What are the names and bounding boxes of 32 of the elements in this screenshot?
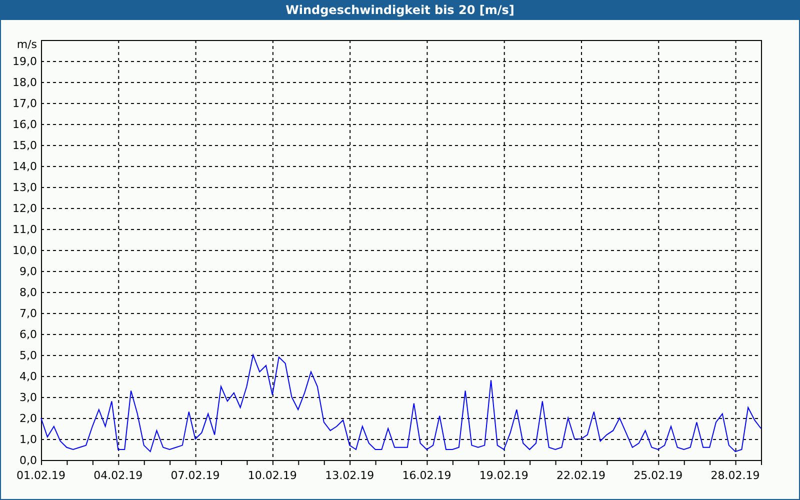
y-tick-label: 2,0 (20, 412, 37, 425)
y-tick-label: 0,0 (20, 454, 37, 467)
x-tick-label: 28.02.19 (710, 469, 760, 482)
y-tick-label: 9,0 (20, 265, 37, 278)
y-tick-label: 18,0 (12, 76, 37, 89)
y-tick-label: 4,0 (20, 370, 37, 383)
x-tick-label: 13.02.19 (325, 469, 374, 482)
y-tick-label: 6,0 (20, 328, 37, 341)
y-tick-label: 12,0 (12, 202, 37, 215)
y-tick-label: 10,0 (12, 244, 37, 257)
window-title: Windgeschwindigkeit bis 20 [m/s] (284, 2, 516, 19)
y-tick-label: 13,0 (12, 181, 37, 194)
x-tick-label: 25.02.19 (634, 469, 683, 482)
y-tick-label: 16,0 (12, 118, 37, 131)
y-tick-label: 17,0 (12, 97, 37, 110)
y-tick-label: 1,0 (20, 433, 37, 446)
y-tick-label: 15,0 (12, 139, 37, 152)
y-tick-label: 14,0 (12, 160, 37, 173)
y-tick-label: 3,0 (20, 391, 37, 404)
x-tick-label: 01.02.19 (16, 469, 66, 482)
x-tick-label: 07.02.19 (170, 469, 220, 482)
y-tick-label: 11,0 (12, 223, 37, 236)
x-tick-label: 16.02.19 (402, 469, 452, 482)
y-tick-label: 19,0 (12, 55, 37, 68)
x-tick-label: 19.02.19 (479, 469, 528, 482)
x-tick-label: 10.02.19 (248, 469, 297, 482)
y-axis-unit: m/s (16, 38, 37, 51)
x-tick-label: 22.02.19 (556, 469, 606, 482)
x-tick-label: 04.02.19 (94, 469, 143, 482)
y-tick-label: 5,0 (20, 349, 37, 362)
y-tick-label: 7,0 (20, 307, 37, 320)
y-tick-label: 8,0 (20, 286, 37, 299)
